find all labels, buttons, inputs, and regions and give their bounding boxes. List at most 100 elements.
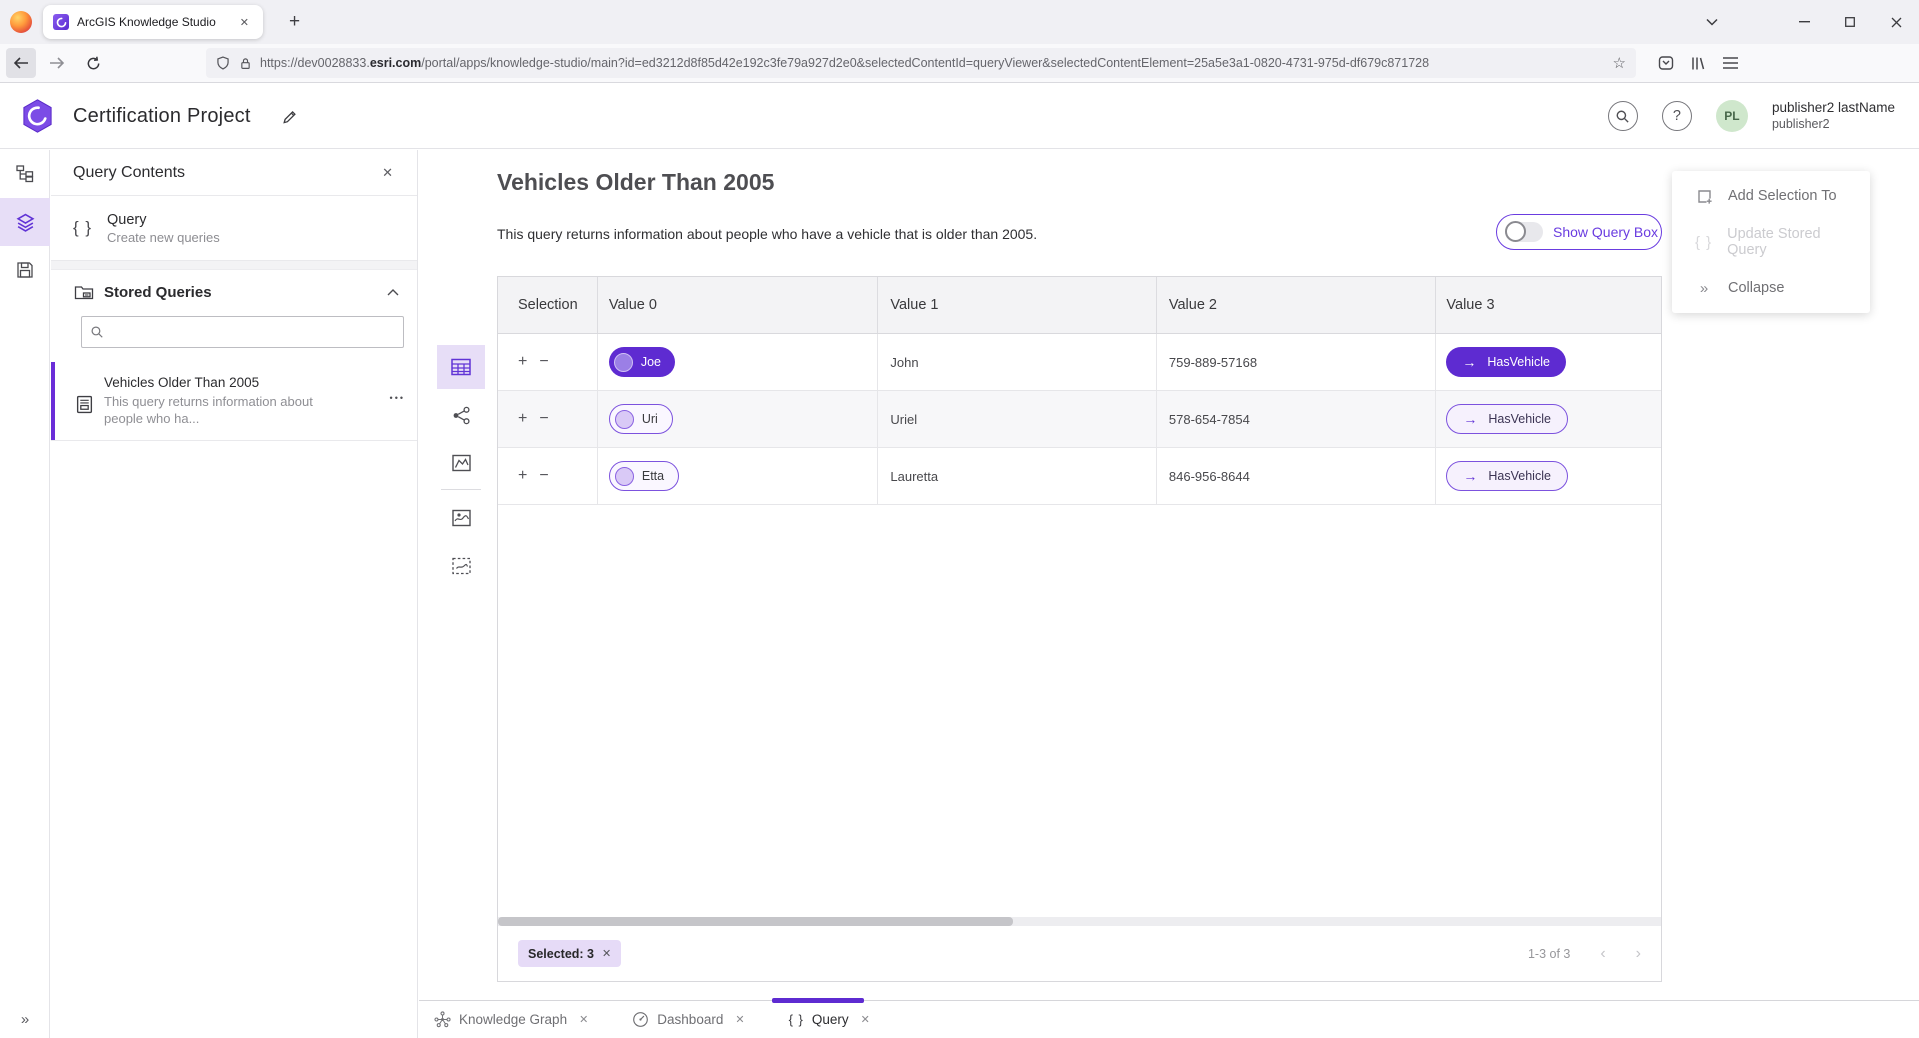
url-bar[interactable]: https://dev0028833.esri.com/portal/apps/… xyxy=(206,48,1636,78)
pagination-range: 1-3 of 3 xyxy=(1528,947,1570,961)
cell-value2: 846-956-8644 xyxy=(1157,448,1437,504)
knowledge-graph-icon xyxy=(434,1011,451,1028)
menu-item-collapse[interactable]: » Collapse xyxy=(1672,265,1870,311)
sidebar-item-contents[interactable] xyxy=(0,198,50,246)
scrollbar-thumb[interactable] xyxy=(498,917,1013,926)
reload-button[interactable] xyxy=(78,48,108,78)
column-header[interactable]: Value 3 xyxy=(1436,277,1661,333)
braces-icon: { } xyxy=(73,218,101,238)
user-username: publisher2 xyxy=(1772,116,1895,132)
entity-pill[interactable]: Uri xyxy=(609,404,673,434)
stored-queries-header[interactable]: Stored Queries xyxy=(51,270,417,314)
cell-value1: Lauretta xyxy=(878,448,1157,504)
add-selection-button[interactable]: + xyxy=(518,410,527,428)
remove-selection-button[interactable]: − xyxy=(539,467,548,485)
show-query-box-toggle[interactable]: Show Query Box xyxy=(1496,214,1662,250)
window-maximize-button[interactable] xyxy=(1827,0,1873,44)
library-icon[interactable] xyxy=(1682,48,1714,78)
relationship-pill[interactable]: →HasVehicle xyxy=(1446,404,1568,434)
content-tab-bar: Knowledge Graph ✕ Dashboard ✕ { } Query … xyxy=(419,1000,1919,1038)
folder-icon xyxy=(74,283,94,301)
entity-pill[interactable]: Etta xyxy=(609,461,679,491)
entity-pill[interactable]: Joe xyxy=(609,347,675,377)
tab-close-icon[interactable]: ✕ xyxy=(579,1013,588,1026)
bookmark-star-icon[interactable]: ☆ xyxy=(1613,54,1626,72)
toggle-track[interactable] xyxy=(1505,222,1543,242)
add-selection-button[interactable]: + xyxy=(518,467,527,485)
query-item-title: Query xyxy=(107,211,220,230)
arrow-right-icon: → xyxy=(1462,354,1476,370)
column-header[interactable]: Value 2 xyxy=(1157,277,1437,333)
new-tab-button[interactable]: + xyxy=(281,11,308,33)
tab-close-icon[interactable]: ✕ xyxy=(861,1013,870,1026)
project-title: Certification Project xyxy=(73,105,251,128)
help-icon[interactable]: ? xyxy=(1662,101,1692,131)
back-button[interactable] xyxy=(6,48,36,78)
new-map-view-button[interactable] xyxy=(437,496,485,540)
window-close-button[interactable] xyxy=(1873,0,1919,44)
list-tabs-chevron-icon[interactable] xyxy=(1695,5,1729,39)
selection-context-menu: Add Selection To { } Update Stored Query… xyxy=(1672,171,1870,313)
stored-queries-search[interactable] xyxy=(81,316,404,348)
dashboard-gauge-icon xyxy=(632,1011,649,1028)
sidebar-item-data-model[interactable] xyxy=(0,150,50,198)
panel-close-icon[interactable]: ✕ xyxy=(378,161,397,185)
query-create-item[interactable]: { } Query Create new queries xyxy=(51,196,417,261)
column-header[interactable]: Selection xyxy=(498,277,598,333)
entity-dot-icon xyxy=(614,353,633,372)
menu-item-add-selection-to[interactable]: Add Selection To xyxy=(1672,173,1870,219)
previous-page-icon[interactable]: ‹ xyxy=(1600,945,1605,963)
table-row: +− Uri Uriel 578-654-7854 →HasVehicle xyxy=(498,391,1661,448)
remove-selection-button[interactable]: − xyxy=(539,410,548,428)
link-chart-view-button[interactable] xyxy=(437,393,485,437)
next-page-icon[interactable]: › xyxy=(1636,945,1641,963)
tracking-shield-icon[interactable] xyxy=(216,55,230,71)
tab-dashboard[interactable]: Dashboard ✕ xyxy=(632,1011,744,1028)
forward-button[interactable] xyxy=(42,48,72,78)
map-view-button[interactable] xyxy=(437,441,485,485)
search-icon xyxy=(90,325,104,339)
expand-panel-icon[interactable]: » xyxy=(0,1011,50,1028)
search-input[interactable] xyxy=(112,325,395,340)
braces-icon: { } xyxy=(1694,234,1713,251)
selection-map-view-button[interactable] xyxy=(437,544,485,588)
menu-hamburger-icon[interactable] xyxy=(1714,48,1746,78)
horizontal-scrollbar[interactable] xyxy=(498,917,1661,926)
lock-icon[interactable] xyxy=(239,56,252,71)
view-switcher-toolbar xyxy=(437,345,485,592)
add-to-frame-icon xyxy=(1694,188,1714,205)
show-query-box-label: Show Query Box xyxy=(1553,224,1658,240)
chevron-up-icon[interactable] xyxy=(387,289,399,296)
tab-close-icon[interactable]: ✕ xyxy=(234,13,255,32)
tab-close-icon[interactable]: ✕ xyxy=(735,1013,744,1026)
tab-knowledge-graph[interactable]: Knowledge Graph ✕ xyxy=(434,1011,588,1028)
tab-query[interactable]: { } Query ✕ xyxy=(789,1012,870,1027)
stored-query-item[interactable]: Vehicles Older Than 2005 This query retu… xyxy=(51,362,417,441)
toolbar-divider xyxy=(441,489,481,490)
item-options-ellipsis-icon[interactable]: ••• xyxy=(390,393,405,427)
user-avatar[interactable]: PL xyxy=(1716,100,1748,132)
browser-tab[interactable]: ArcGIS Knowledge Studio ✕ xyxy=(43,5,263,39)
table-view-button[interactable] xyxy=(437,345,485,389)
selected-count-chip[interactable]: Selected: 3 ✕ xyxy=(518,940,621,967)
page-description: This query returns information about peo… xyxy=(497,226,1037,242)
clear-selection-icon[interactable]: ✕ xyxy=(602,947,611,960)
search-icon[interactable] xyxy=(1608,101,1638,131)
column-header[interactable]: Value 0 xyxy=(598,277,879,333)
add-selection-button[interactable]: + xyxy=(518,353,527,371)
table-footer: Selected: 3 ✕ 1-3 of 3 ‹ › xyxy=(498,926,1661,981)
relationship-pill[interactable]: →HasVehicle xyxy=(1446,461,1568,491)
arrow-right-icon: → xyxy=(1463,468,1477,484)
relationship-pill[interactable]: →HasVehicle xyxy=(1446,347,1566,377)
window-minimize-button[interactable] xyxy=(1781,0,1827,44)
tab-favicon-icon xyxy=(53,14,69,30)
remove-selection-button[interactable]: − xyxy=(539,353,548,371)
user-name-block[interactable]: publisher2 lastName publisher2 xyxy=(1772,100,1895,132)
pocket-icon[interactable] xyxy=(1650,48,1682,78)
section-divider xyxy=(51,261,417,270)
column-header[interactable]: Value 1 xyxy=(878,277,1157,333)
app-sidebar: » xyxy=(0,150,50,1038)
sidebar-item-save[interactable] xyxy=(0,246,50,294)
edit-title-pencil-icon[interactable] xyxy=(275,102,304,131)
stored-query-description: This query returns information about peo… xyxy=(104,393,346,427)
